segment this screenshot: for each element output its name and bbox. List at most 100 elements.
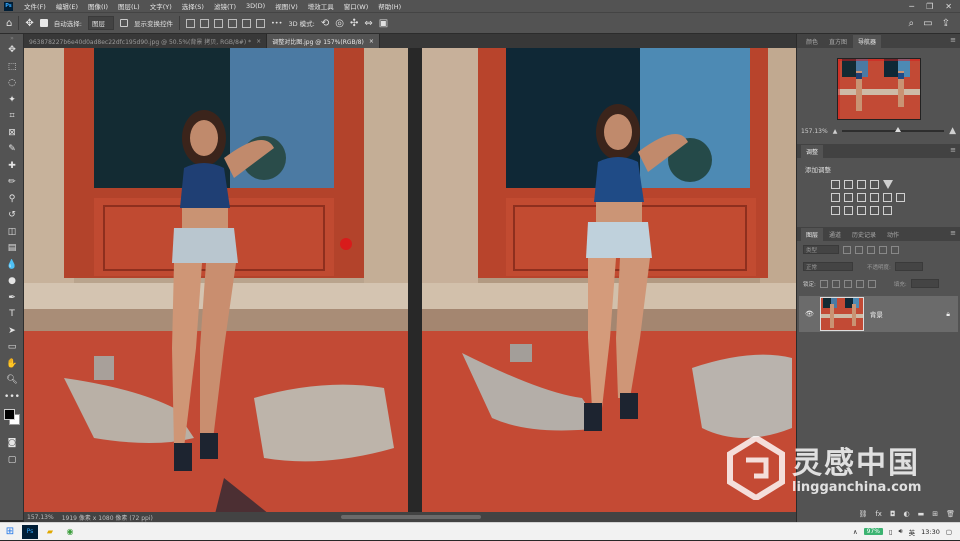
rectangle-tool-icon[interactable]: ▭: [0, 339, 24, 356]
menu-type[interactable]: 文字(Y): [145, 1, 177, 11]
photo-filter-icon[interactable]: [870, 193, 879, 202]
move-tool-icon[interactable]: ✥: [0, 42, 24, 59]
gradient-map-icon[interactable]: [870, 206, 879, 215]
menu-image[interactable]: 图像(I): [83, 1, 113, 11]
color-lookup-icon[interactable]: [896, 193, 905, 202]
tray-up-arrow-icon[interactable]: ∧: [853, 528, 858, 536]
hand-tool-icon[interactable]: ✋: [0, 356, 24, 373]
brush-tool-icon[interactable]: ✏: [0, 174, 24, 191]
eyedropper-tool-icon[interactable]: ✎: [0, 141, 24, 158]
frame-tool-icon[interactable]: ⊠: [0, 125, 24, 142]
search-icon[interactable]: ⌕: [909, 18, 915, 29]
3d-scale-icon[interactable]: ▣: [379, 18, 388, 29]
layer-row-background[interactable]: 👁︎ 背景 🔒︎: [799, 296, 958, 332]
blend-mode-dropdown[interactable]: 正常: [803, 262, 853, 271]
share-icon[interactable]: ⇪: [942, 18, 950, 29]
zoom-level[interactable]: 157.13%: [27, 514, 54, 521]
healing-brush-tool-icon[interactable]: ✚: [0, 158, 24, 175]
curves-icon[interactable]: [857, 180, 866, 189]
brightness-icon[interactable]: [831, 180, 840, 189]
taskbar-photoshop-icon[interactable]: Ps: [22, 524, 38, 539]
lock-artboard-icon[interactable]: [855, 279, 864, 288]
3d-pan-icon[interactable]: ✣: [350, 18, 358, 29]
filter-adjust-icon[interactable]: [855, 245, 863, 254]
edit-toolbar-icon[interactable]: •••: [0, 389, 24, 406]
align-left-icon[interactable]: [227, 18, 237, 28]
invert-icon[interactable]: [831, 206, 840, 215]
navigator-zoom-value[interactable]: 157.13%: [801, 128, 828, 135]
new-group-icon[interactable]: ▬: [918, 510, 925, 518]
new-adjustment-icon[interactable]: ◐: [904, 510, 910, 518]
home-icon[interactable]: ⌂: [6, 18, 12, 29]
network-icon[interactable]: ▯: [889, 528, 893, 536]
tab-navigator[interactable]: 导航器: [853, 35, 882, 48]
auto-select-checkbox[interactable]: [39, 19, 48, 27]
align-hcenter-icon[interactable]: [241, 18, 251, 28]
tab-adjustments[interactable]: 调整: [801, 145, 824, 158]
3d-rotate-icon[interactable]: ⟲: [321, 18, 329, 29]
windows-start-icon[interactable]: ⊞: [0, 526, 20, 537]
exposure-icon[interactable]: [870, 180, 879, 189]
link-layers-icon[interactable]: ⛓: [858, 510, 867, 518]
magic-wand-tool-icon[interactable]: ✦: [0, 92, 24, 109]
screen-mode-icon[interactable]: ▢: [0, 452, 24, 469]
tab-color[interactable]: 颜色: [801, 35, 823, 48]
horizontal-scrollbar[interactable]: [340, 515, 481, 519]
channel-mixer-icon[interactable]: [883, 193, 892, 202]
battery-indicator[interactable]: 97%: [863, 528, 883, 535]
3d-orbit-icon[interactable]: ◎: [335, 18, 344, 29]
document-info[interactable]: 1919 像素 x 1080 像素 (72 ppi): [62, 513, 153, 522]
add-mask-icon[interactable]: ◘: [890, 510, 896, 518]
eraser-tool-icon[interactable]: ◫: [0, 224, 24, 241]
menu-file[interactable]: 文件(F): [19, 1, 51, 11]
type-tool-icon[interactable]: T: [0, 306, 24, 323]
crop-tool-icon[interactable]: ⌗: [0, 108, 24, 125]
filter-pixel-icon[interactable]: [843, 245, 851, 254]
filter-type-icon[interactable]: [867, 245, 875, 254]
history-brush-tool-icon[interactable]: ↺: [0, 207, 24, 224]
layer-style-icon[interactable]: fx: [875, 510, 882, 518]
blur-tool-icon[interactable]: 💧: [0, 257, 24, 274]
menu-filter[interactable]: 滤镜(T): [209, 1, 241, 11]
menu-edit[interactable]: 编辑(E): [51, 1, 83, 11]
delete-layer-icon[interactable]: 🗑︎: [946, 510, 955, 518]
opacity-input[interactable]: [894, 262, 923, 271]
layer-filter-dropdown[interactable]: 类型: [803, 245, 839, 254]
zoom-out-icon[interactable]: ▲: [833, 128, 838, 135]
tab-document-1[interactable]: 963878227b6e40d0ad8ec22dfc195d90.jpg @ 5…: [24, 34, 268, 48]
align-bottom-icon[interactable]: [213, 18, 223, 28]
lasso-tool-icon[interactable]: ◌: [0, 75, 24, 92]
align-right-icon[interactable]: [255, 18, 265, 28]
clone-stamp-tool-icon[interactable]: ⚲: [0, 191, 24, 208]
layer-name[interactable]: 背景: [870, 309, 883, 319]
taskbar-browser-icon[interactable]: ◉: [60, 523, 80, 541]
layer-lock-icon[interactable]: 🔒︎: [946, 310, 950, 319]
navigator-zoom-slider[interactable]: [842, 127, 945, 132]
filter-shape-icon[interactable]: [879, 245, 887, 254]
panel-menu-icon[interactable]: ≡: [950, 36, 956, 44]
foreground-color-swatch[interactable]: [4, 409, 15, 420]
new-layer-icon[interactable]: ⊞: [932, 510, 938, 518]
visibility-eye-icon[interactable]: 👁︎: [805, 310, 814, 318]
lock-pixels-icon[interactable]: [831, 279, 840, 288]
marquee-tool-icon[interactable]: ⬚: [0, 59, 24, 76]
lock-position-icon[interactable]: [843, 279, 852, 288]
workspace-icon[interactable]: ▭: [923, 18, 932, 29]
align-top-icon[interactable]: [185, 18, 195, 28]
3d-slide-icon[interactable]: ⇔: [364, 18, 372, 29]
menu-view[interactable]: 视图(V): [270, 1, 303, 11]
tab-close-icon[interactable]: ×: [369, 38, 374, 45]
maximize-icon[interactable]: ❐: [926, 2, 933, 11]
path-selection-tool-icon[interactable]: ➤: [0, 323, 24, 340]
threshold-icon[interactable]: [857, 206, 866, 215]
zoom-slider-knob[interactable]: [895, 127, 902, 132]
selective-color-icon[interactable]: [883, 206, 892, 215]
move-tool-icon[interactable]: ✥: [25, 18, 33, 29]
tab-layers[interactable]: 图层: [801, 228, 824, 241]
dodge-tool-icon[interactable]: ●: [0, 273, 24, 290]
vibrance-icon[interactable]: [883, 180, 893, 189]
volume-icon[interactable]: 🔊︎: [899, 527, 903, 536]
zoom-tool-icon[interactable]: 🔍︎: [0, 372, 24, 389]
menu-layer[interactable]: 图层(L): [113, 1, 145, 11]
tab-histogram[interactable]: 直方图: [824, 35, 852, 48]
